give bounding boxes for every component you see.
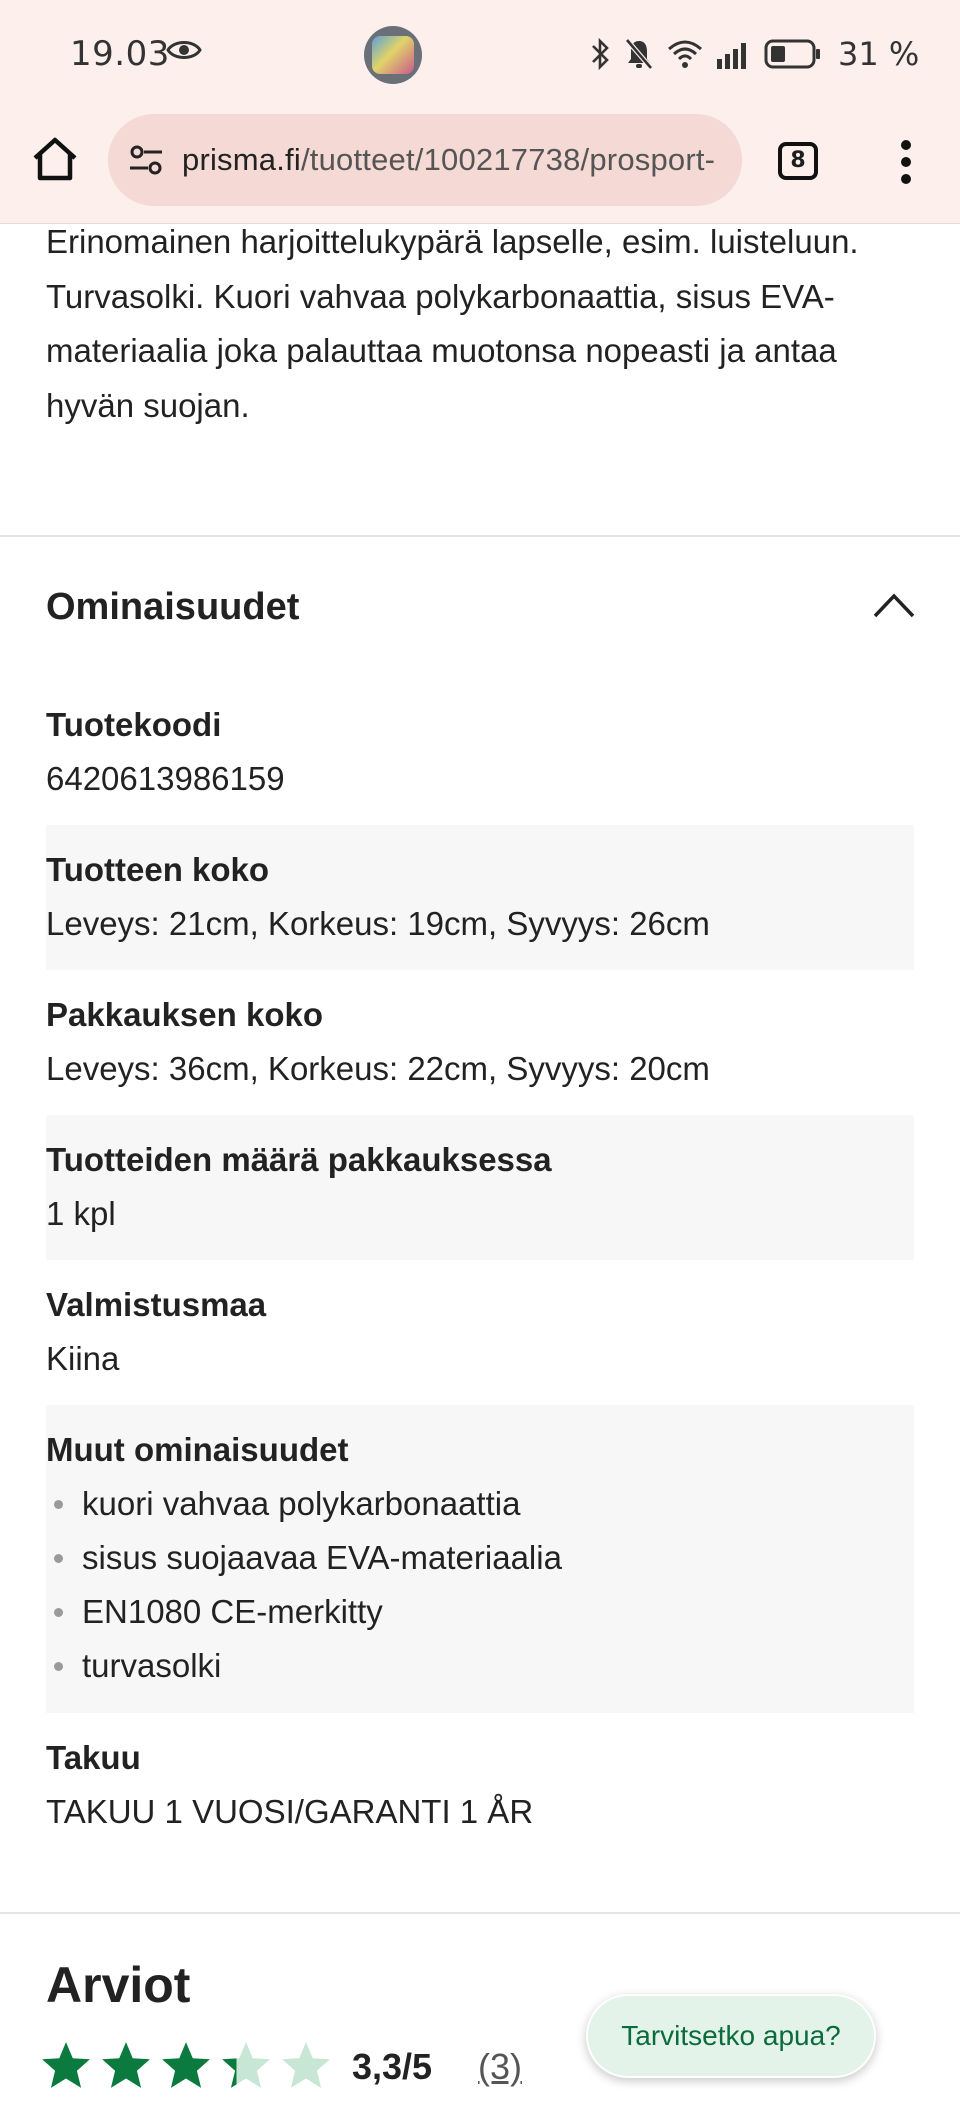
home-icon[interactable] (30, 134, 80, 184)
property-product-size: Tuotteen koko Leveys: 21cm, Korkeus: 19c… (46, 825, 914, 970)
property-country-of-origin: Valmistusmaa Kiina (46, 1260, 914, 1405)
star-icon (102, 2042, 150, 2088)
property-label: Muut ominaisuudet (46, 1431, 349, 1468)
product-description: Erinomainen harjoittelukypärä lapselle, … (46, 223, 859, 424)
status-time: 19.03 (70, 34, 170, 74)
property-package-quantity: Tuotteiden määrä pakkauksessa 1 kpl (46, 1115, 914, 1260)
status-icons: 31 % (590, 34, 919, 74)
property-label: Takuu (46, 1739, 141, 1776)
rating-stars (40, 2040, 332, 2090)
property-package-size: Pakkauksen koko Leveys: 36cm, Korkeus: 2… (46, 970, 914, 1115)
list-item: turvasolki (46, 1639, 914, 1693)
property-label: Valmistusmaa (46, 1286, 267, 1323)
star-icon (282, 2042, 330, 2088)
property-warranty: Takuu TAKUU 1 VUOSI/GARANTI 1 ÅR (46, 1713, 914, 1858)
browser-chrome: 19.03 31 % prisma.fi/tuotteet/100217738/… (0, 0, 960, 224)
help-chat-button[interactable]: Tarvitsetko apua? (586, 1994, 876, 2078)
bluetooth-icon (592, 37, 609, 71)
wifi-icon (668, 40, 702, 68)
property-value: 1 kpl (46, 1195, 116, 1232)
bell-off-icon (625, 38, 653, 70)
property-value: Kiina (46, 1340, 120, 1377)
url-path: /tuotteet/100217738/prosport- (300, 142, 716, 177)
properties-list: Tuotekoodi 6420613986159 Tuotteen koko L… (46, 680, 914, 1858)
star-icon (42, 2042, 90, 2088)
properties-title: Ominaisuudet (46, 586, 300, 628)
url-domain: prisma.fi (182, 142, 301, 177)
property-label: Pakkauksen koko (46, 996, 323, 1033)
property-label: Tuotekoodi (46, 706, 222, 743)
list-item: sisus suojaavaa EVA-materiaalia (46, 1531, 914, 1585)
battery-percent: 31 % (838, 35, 920, 73)
section-divider (0, 1912, 960, 1914)
feature-list: kuori vahvaa polykarbonaattia sisus suoj… (46, 1477, 914, 1693)
notification-avatar-icon (364, 26, 422, 84)
property-other-features: Muut ominaisuudet kuori vahvaa polykarbo… (46, 1405, 914, 1713)
list-item: EN1080 CE-merkitty (46, 1585, 914, 1639)
reviews-title: Arviot (46, 1957, 191, 2013)
property-product-code: Tuotekoodi 6420613986159 (46, 680, 914, 825)
property-value: TAKUU 1 VUOSI/GARANTI 1 ÅR (46, 1793, 534, 1830)
address-bar[interactable]: prisma.fi/tuotteet/100217738/prosport- (108, 114, 742, 206)
properties-accordion-header[interactable]: Ominaisuudet (46, 582, 916, 632)
property-value: 6420613986159 (46, 760, 285, 797)
signal-icon (717, 43, 746, 69)
property-label: Tuotteen koko (46, 851, 270, 888)
star-icon (222, 2042, 270, 2088)
status-bar: 19.03 31 % (0, 0, 960, 108)
property-value: Leveys: 21cm, Korkeus: 19cm, Syvyys: 26c… (46, 905, 710, 942)
tab-switcher-button[interactable]: 8 (778, 142, 818, 180)
battery-icon (764, 39, 820, 69)
url-row: prisma.fi/tuotteet/100217738/prosport- 8 (0, 110, 960, 210)
url-text[interactable]: prisma.fi/tuotteet/100217738/prosport- (182, 142, 730, 178)
star-icon (162, 2042, 210, 2088)
tune-icon[interactable] (126, 140, 166, 180)
more-vertical-icon[interactable] (894, 140, 918, 184)
rating-value: 3,3/5 (352, 2046, 433, 2087)
review-count-link[interactable]: (3) (478, 2046, 522, 2088)
chevron-up-icon[interactable] (872, 590, 916, 620)
property-value: Leveys: 36cm, Korkeus: 22cm, Syvyys: 20c… (46, 1050, 710, 1087)
list-item: kuori vahvaa polykarbonaattia (46, 1477, 914, 1531)
eye-icon (166, 41, 202, 59)
section-divider (0, 535, 960, 537)
property-label: Tuotteiden määrä pakkauksessa (46, 1141, 552, 1178)
